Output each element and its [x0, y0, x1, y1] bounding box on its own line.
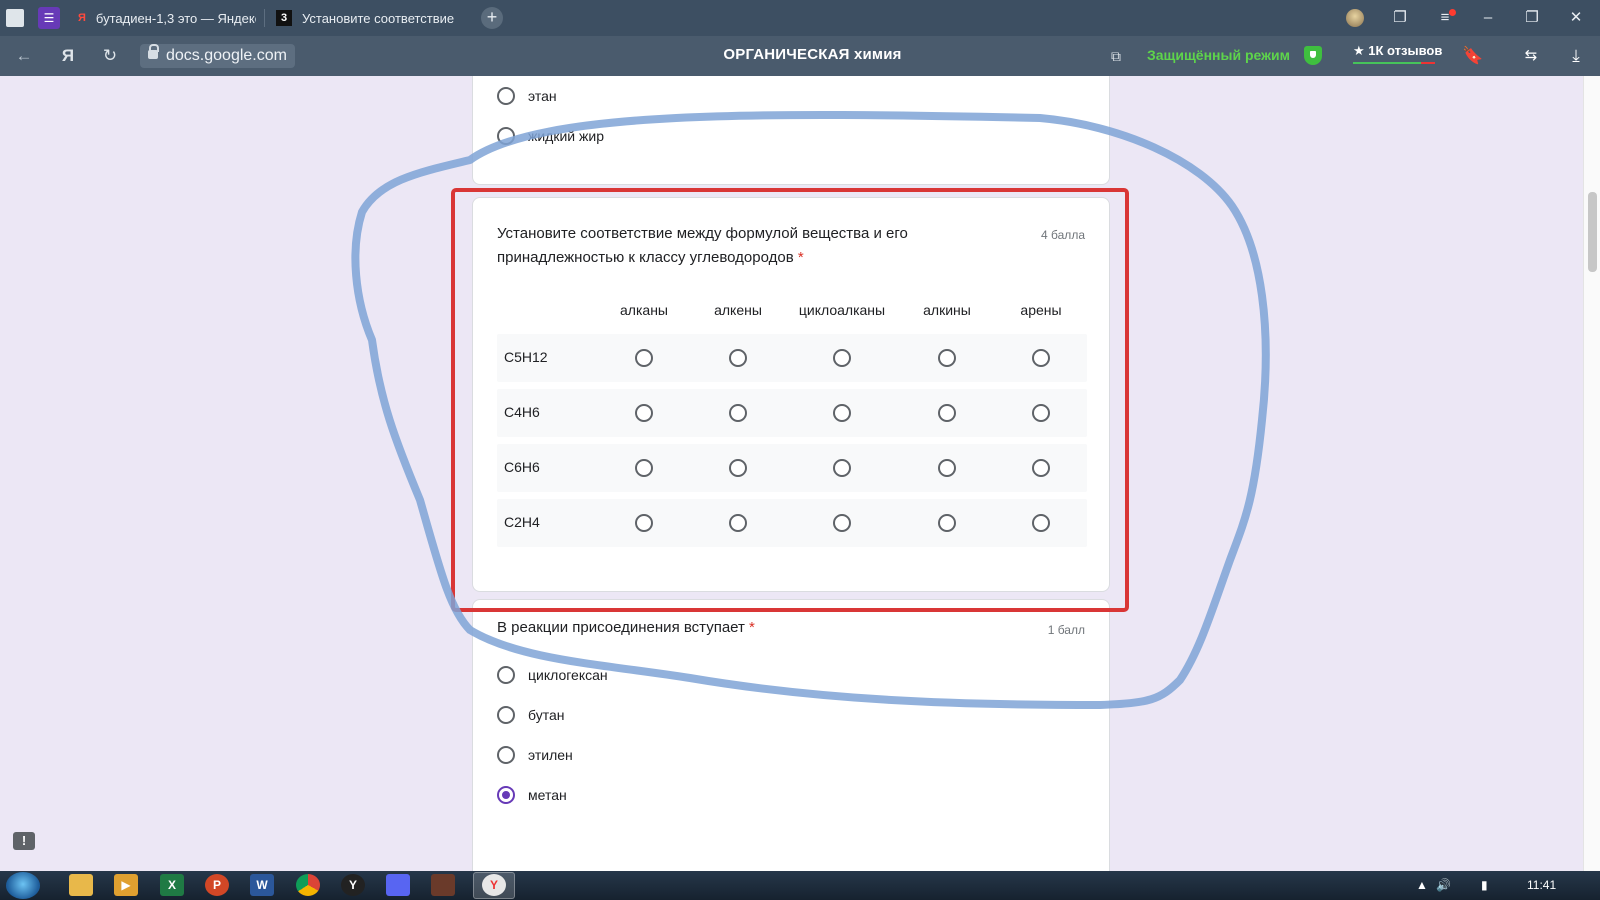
red-highlight-box — [451, 188, 1129, 612]
powerpoint-icon[interactable]: P — [205, 874, 229, 896]
taskbar-clock[interactable]: 11:41 — [1527, 878, 1556, 892]
vertical-scrollbar[interactable] — [1583, 76, 1600, 871]
annotation-overlay — [351, 110, 1270, 709]
network-icon[interactable]: ▮ — [1481, 878, 1488, 892]
chrome-icon[interactable] — [296, 874, 320, 896]
word-icon[interactable]: W — [250, 874, 274, 896]
windows-taskbar: ▶ X P W Y Y ▲ 🔊 ▮ 11:41 — [0, 871, 1600, 900]
tray-arrow-icon[interactable]: ▲ — [1416, 878, 1428, 892]
yandex-browser-icon[interactable]: Y — [341, 874, 365, 896]
game-icon[interactable] — [431, 874, 455, 896]
excel-icon[interactable]: X — [160, 874, 184, 896]
start-button[interactable] — [6, 872, 40, 899]
scrollbar-thumb[interactable] — [1588, 192, 1597, 272]
file-explorer-icon[interactable] — [69, 874, 93, 896]
blue-scribble-outline — [351, 110, 1270, 709]
feedback-button[interactable]: ! — [13, 832, 35, 850]
volume-icon[interactable]: 🔊 — [1436, 878, 1451, 892]
media-player-icon[interactable]: ▶ — [114, 874, 138, 896]
yandex-app-icon[interactable]: Y — [482, 874, 506, 896]
discord-icon[interactable] — [386, 874, 410, 896]
